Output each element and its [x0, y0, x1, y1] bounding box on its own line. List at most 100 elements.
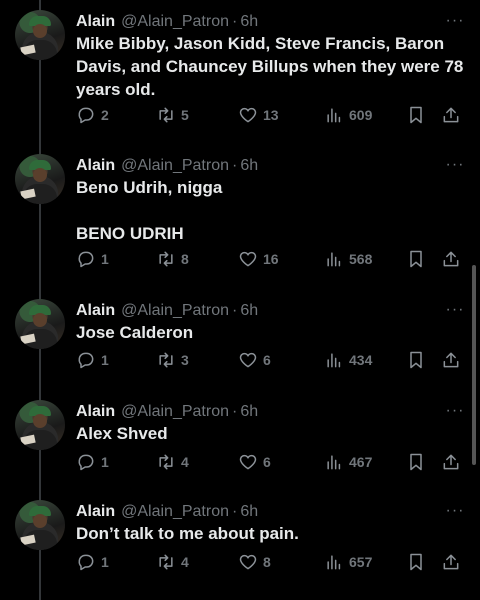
- like-button[interactable]: 13: [238, 104, 279, 126]
- bookmark-button[interactable]: [406, 248, 426, 270]
- like-button[interactable]: 6: [238, 349, 271, 371]
- views-icon: [327, 353, 341, 368]
- reply-icon: [78, 454, 94, 471]
- tweet-header: Alain @Alain_Patron · 6h: [76, 400, 258, 424]
- repost-icon: [159, 107, 173, 123]
- avatar[interactable]: [15, 299, 65, 349]
- author-handle[interactable]: @Alain_Patron: [121, 302, 229, 320]
- avatar[interactable]: [15, 154, 65, 204]
- author-handle[interactable]: @Alain_Patron: [121, 13, 229, 31]
- heart-icon: [239, 251, 257, 267]
- bookmark-icon: [410, 453, 422, 471]
- reply-icon: [78, 554, 94, 571]
- views-button[interactable]: 467: [324, 451, 372, 473]
- view-count: 657: [349, 554, 373, 570]
- reply-button[interactable]: 1: [76, 451, 109, 473]
- reply-button[interactable]: 1: [76, 349, 109, 371]
- like-count: 6: [263, 454, 271, 470]
- like-button[interactable]: 6: [238, 451, 271, 473]
- tweet-text: Don’t talk to me about pain.: [76, 524, 299, 543]
- bookmark-button[interactable]: [406, 349, 426, 371]
- tweet-actions: 1 8 16 568: [76, 248, 466, 270]
- reply-button[interactable]: 1: [76, 248, 109, 270]
- bookmark-button[interactable]: [406, 451, 426, 473]
- timestamp[interactable]: 6h: [240, 13, 258, 31]
- reply-count: 1: [101, 352, 109, 368]
- timestamp[interactable]: 6h: [240, 302, 258, 320]
- share-button[interactable]: [441, 349, 461, 371]
- avatar[interactable]: [15, 400, 65, 450]
- tweet-actions: 1 4 6 467: [76, 451, 466, 473]
- reply-count: 2: [101, 107, 109, 123]
- author-name[interactable]: Alain: [76, 503, 115, 521]
- views-button[interactable]: 657: [324, 551, 372, 573]
- scrollbar[interactable]: [472, 265, 476, 465]
- author-handle[interactable]: @Alain_Patron: [121, 157, 229, 175]
- repost-count: 8: [181, 251, 189, 267]
- author-handle[interactable]: @Alain_Patron: [121, 403, 229, 421]
- separator-dot: ·: [231, 157, 238, 174]
- reply-count: 1: [101, 251, 109, 267]
- share-button[interactable]: [441, 451, 461, 473]
- tweet-actions: 1 3 6 434: [76, 349, 466, 371]
- share-icon: [443, 352, 459, 368]
- share-icon: [443, 454, 459, 470]
- share-icon: [443, 554, 459, 570]
- timestamp[interactable]: 6h: [240, 403, 258, 421]
- repost-icon: [159, 454, 173, 470]
- repost-icon: [159, 251, 173, 267]
- tweet-header: Alain @Alain_Patron · 6h: [76, 10, 258, 34]
- more-icon[interactable]: ···: [444, 299, 466, 321]
- more-icon[interactable]: ···: [444, 154, 466, 176]
- separator-dot: ·: [231, 403, 238, 420]
- separator-dot: ·: [231, 13, 238, 30]
- separator-dot: ·: [231, 302, 238, 319]
- like-count: 6: [263, 352, 271, 368]
- view-count: 467: [349, 454, 373, 470]
- repost-button[interactable]: 3: [156, 349, 189, 371]
- like-count: 8: [263, 554, 271, 570]
- repost-button[interactable]: 5: [156, 104, 189, 126]
- more-icon[interactable]: ···: [444, 500, 466, 522]
- reply-button[interactable]: 1: [76, 551, 109, 573]
- views-button[interactable]: 434: [324, 349, 372, 371]
- repost-count: 3: [181, 352, 189, 368]
- avatar[interactable]: [15, 10, 65, 60]
- views-icon: [327, 252, 341, 267]
- share-icon: [443, 107, 459, 123]
- share-button[interactable]: [441, 551, 461, 573]
- more-icon[interactable]: ···: [444, 400, 466, 422]
- like-button[interactable]: 16: [238, 248, 279, 270]
- more-icon[interactable]: ···: [444, 10, 466, 32]
- reply-icon: [78, 107, 94, 124]
- tweet-text: Beno Udrih, nigga BENO UDRIH: [76, 178, 223, 243]
- author-name[interactable]: Alain: [76, 157, 115, 175]
- view-count: 568: [349, 251, 373, 267]
- share-button[interactable]: [441, 248, 461, 270]
- tweet-text: Jose Calderon: [76, 323, 194, 342]
- repost-button[interactable]: 8: [156, 248, 189, 270]
- heart-icon: [239, 554, 257, 570]
- avatar[interactable]: [15, 500, 65, 550]
- repost-button[interactable]: 4: [156, 551, 189, 573]
- timestamp[interactable]: 6h: [240, 503, 258, 521]
- timestamp[interactable]: 6h: [240, 157, 258, 175]
- views-button[interactable]: 609: [324, 104, 372, 126]
- views-button[interactable]: 568: [324, 248, 372, 270]
- author-handle[interactable]: @Alain_Patron: [121, 503, 229, 521]
- like-button[interactable]: 8: [238, 551, 271, 573]
- bookmark-button[interactable]: [406, 551, 426, 573]
- author-name[interactable]: Alain: [76, 13, 115, 31]
- author-name[interactable]: Alain: [76, 403, 115, 421]
- reply-icon: [78, 352, 94, 369]
- share-icon: [443, 251, 459, 267]
- author-name[interactable]: Alain: [76, 302, 115, 320]
- repost-icon: [159, 554, 173, 570]
- heart-icon: [239, 454, 257, 470]
- bookmark-button[interactable]: [406, 104, 426, 126]
- reply-button[interactable]: 2: [76, 104, 109, 126]
- share-button[interactable]: [441, 104, 461, 126]
- heart-icon: [239, 107, 257, 123]
- heart-icon: [239, 352, 257, 368]
- repost-button[interactable]: 4: [156, 451, 189, 473]
